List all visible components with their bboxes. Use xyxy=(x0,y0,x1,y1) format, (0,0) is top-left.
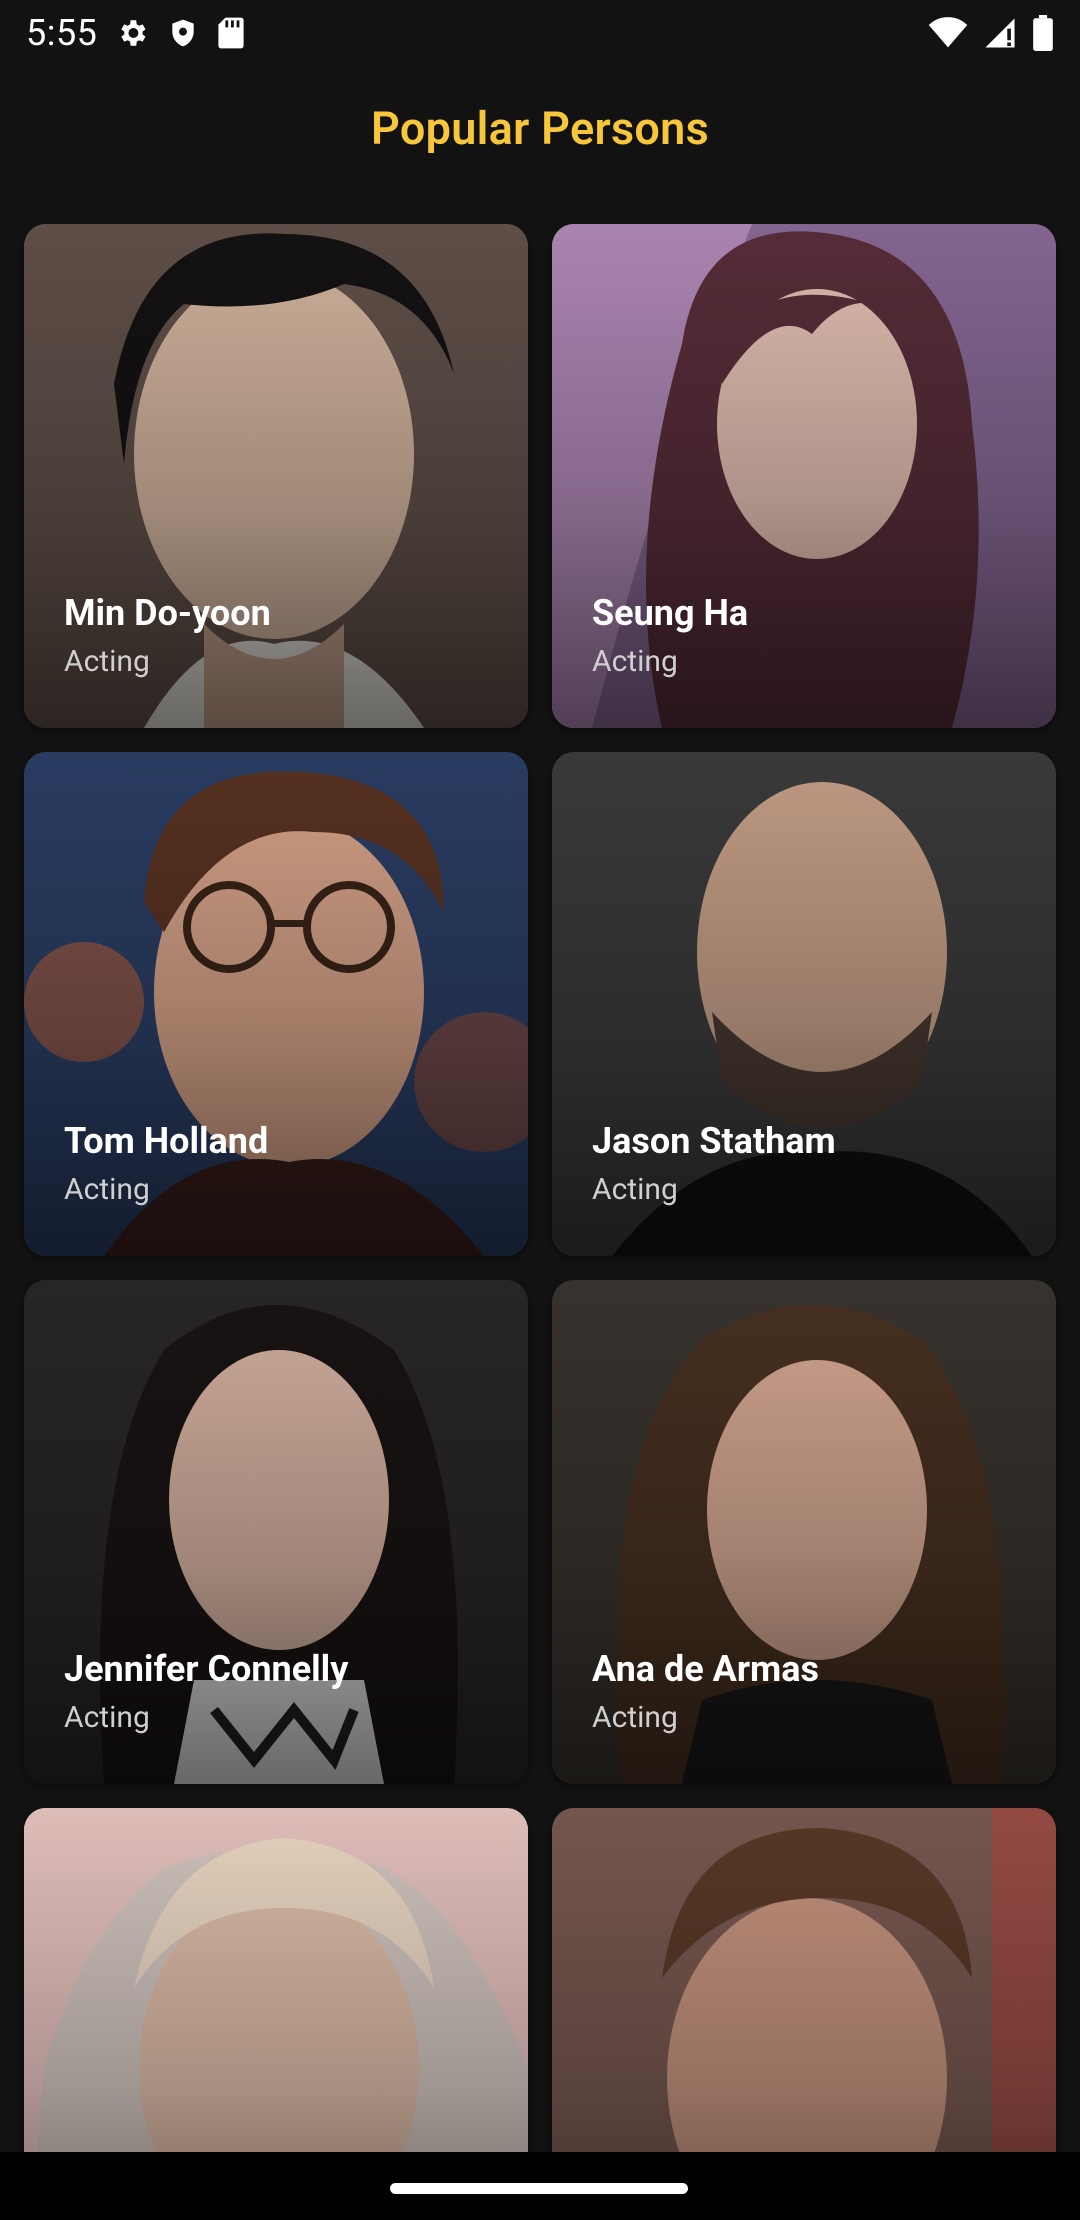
home-gesture-handle[interactable] xyxy=(390,2183,688,2194)
person-department: Acting xyxy=(592,1172,678,1207)
signal-icon xyxy=(982,17,1018,49)
person-name: Ana de Armas xyxy=(592,1648,819,1690)
battery-icon xyxy=(1032,15,1054,51)
page-title: Popular Persons xyxy=(370,102,710,155)
app-screen: 5:55 Popular Persons Min Do-yoon Acting … xyxy=(0,0,1080,2220)
shield-icon xyxy=(167,16,199,50)
status-bar: 5:55 xyxy=(0,0,1080,66)
status-time: 5:55 xyxy=(26,12,98,54)
person-department: Acting xyxy=(592,644,678,679)
sd-card-icon xyxy=(217,16,245,50)
wifi-icon xyxy=(928,17,968,49)
person-name: Jason Statham xyxy=(592,1120,836,1162)
person-department: Acting xyxy=(64,644,150,679)
person-card[interactable]: Tom Holland Acting xyxy=(24,752,528,1256)
person-department: Acting xyxy=(592,1700,678,1735)
person-name: Seung Ha xyxy=(592,592,749,634)
persons-grid[interactable]: Min Do-yoon Acting Seung Ha Acting Tom H… xyxy=(24,224,1056,2220)
person-department: Acting xyxy=(64,1700,150,1735)
person-name: Min Do-yoon xyxy=(64,592,271,634)
person-department: Acting xyxy=(64,1172,150,1207)
person-name: Jennifer Connelly xyxy=(64,1648,349,1690)
person-card[interactable]: Jason Statham Acting xyxy=(552,752,1056,1256)
person-card[interactable]: Seung Ha Acting xyxy=(552,224,1056,728)
person-card[interactable]: Ana de Armas Acting xyxy=(552,1280,1056,1784)
person-card[interactable]: Jennifer Connelly Acting xyxy=(24,1280,528,1784)
gear-icon xyxy=(115,16,149,50)
person-card[interactable]: Min Do-yoon Acting xyxy=(24,224,528,728)
person-name: Tom Holland xyxy=(64,1120,269,1162)
